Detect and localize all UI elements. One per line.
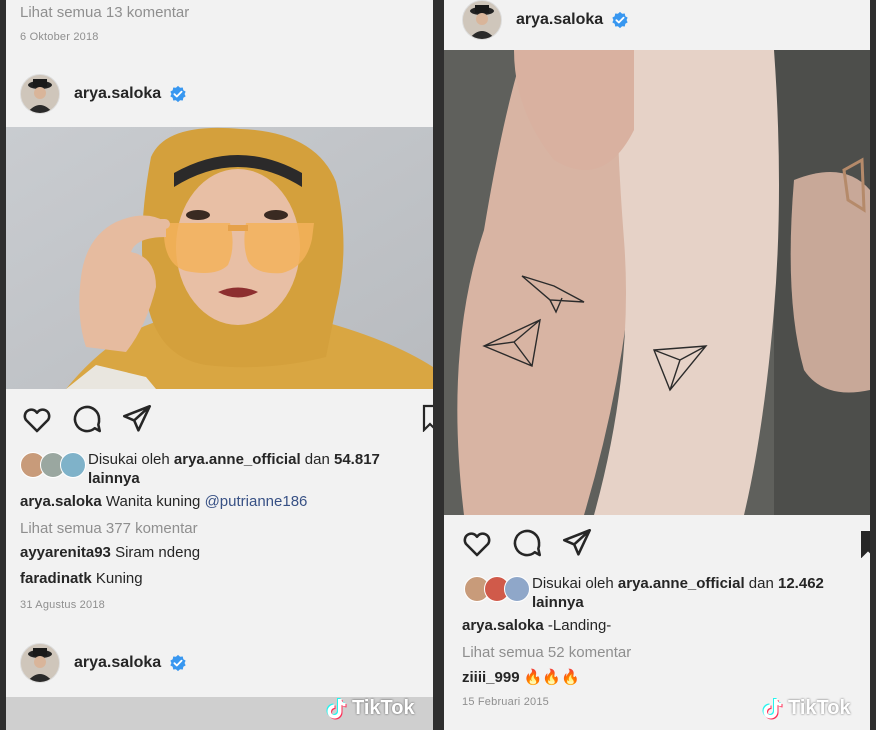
post-header: arya.saloka <box>462 0 629 40</box>
share-icon[interactable] <box>560 526 594 560</box>
comment-icon[interactable] <box>510 526 544 560</box>
post-date: 6 Oktober 2018 <box>20 31 99 43</box>
username[interactable]: arya.saloka <box>74 85 161 103</box>
caption-username[interactable]: arya.saloka <box>20 493 102 510</box>
post-actions <box>20 402 154 436</box>
tiktok-watermark-text: TikTok <box>352 696 415 719</box>
comment-icon[interactable] <box>70 402 104 436</box>
likes-count[interactable]: 54.817 <box>334 451 380 468</box>
caption-mention[interactable]: @putrianne186 <box>205 493 308 510</box>
likes-row: Disukai oleh arya.anne_official dan 12.4… <box>464 574 862 612</box>
bookmark-icon[interactable] <box>860 530 870 558</box>
tiktok-watermark: TikTok <box>324 696 415 720</box>
post-header: arya.saloka <box>20 74 187 114</box>
view-all-comments-link[interactable]: Lihat semua 13 komentar <box>20 4 189 21</box>
post-header: arya.saloka <box>20 643 187 683</box>
caption: arya.saloka Wanita kuning @putrianne186 <box>20 493 307 510</box>
view-all-comments-link[interactable]: Lihat semua 377 komentar <box>20 520 198 537</box>
comment-username[interactable]: ayyarenita93 <box>20 544 111 561</box>
post-photo[interactable] <box>6 127 433 389</box>
caption: arya.saloka -Landing- <box>462 617 611 634</box>
comment: ayyarenita93 Siram ndeng <box>20 544 200 561</box>
username[interactable]: arya.saloka <box>74 654 161 672</box>
tiktok-watermark-text: TikTok <box>788 696 851 719</box>
heart-icon[interactable] <box>20 402 54 436</box>
tiktok-watermark: TikTok <box>760 696 851 720</box>
comment-username[interactable]: ziiii_999 <box>462 669 520 686</box>
likes-text: Disukai oleh arya.anne_official dan 54.8… <box>88 451 380 487</box>
caption-username[interactable]: arya.saloka <box>462 617 544 634</box>
comment-text: Kuning <box>95 570 143 587</box>
likes-count[interactable]: 12.462 <box>778 575 824 592</box>
post-date: 31 Agustus 2018 <box>20 599 105 611</box>
caption-text: -Landing- <box>547 617 612 634</box>
likes-text: Disukai oleh arya.anne_official dan 12.4… <box>532 575 824 611</box>
liker-username[interactable]: arya.anne_official <box>174 451 301 468</box>
comment-text: 🔥🔥🔥 <box>523 669 580 686</box>
post-actions <box>460 526 594 560</box>
right-post-panel: arya.saloka Disukai oleh arya.anne_offic… <box>444 0 870 730</box>
verified-badge-icon <box>612 11 628 29</box>
likes-row: Disukai oleh arya.anne_official dan 54.8… <box>20 450 418 488</box>
avatar[interactable] <box>462 0 502 40</box>
verified-badge-icon <box>170 654 186 672</box>
bookmark-icon[interactable] <box>422 404 433 432</box>
liker-avatars <box>464 576 532 602</box>
post-date: 15 Februari 2015 <box>462 696 549 708</box>
left-post-panel: Lihat semua 13 komentar 6 Oktober 2018 a… <box>6 0 433 730</box>
liker-username[interactable]: arya.anne_official <box>618 575 745 592</box>
tiktok-logo-icon <box>762 698 783 720</box>
username[interactable]: arya.saloka <box>516 11 603 29</box>
avatar[interactable] <box>20 74 60 114</box>
share-icon[interactable] <box>120 402 154 436</box>
liker-avatars <box>20 452 88 478</box>
comment-username[interactable]: faradinatk <box>20 570 92 587</box>
caption-text: Wanita kuning <box>105 493 201 510</box>
comment: faradinatk Kuning <box>20 570 143 587</box>
comment-text: Siram ndeng <box>115 544 201 561</box>
view-all-comments-link[interactable]: Lihat semua 52 komentar <box>462 644 631 661</box>
tiktok-logo-icon <box>326 698 347 720</box>
verified-badge-icon <box>170 85 186 103</box>
post-photo[interactable] <box>444 50 870 515</box>
heart-icon[interactable] <box>460 526 494 560</box>
comment: ziiii_999 🔥🔥🔥 <box>462 668 580 686</box>
avatar[interactable] <box>20 643 60 683</box>
